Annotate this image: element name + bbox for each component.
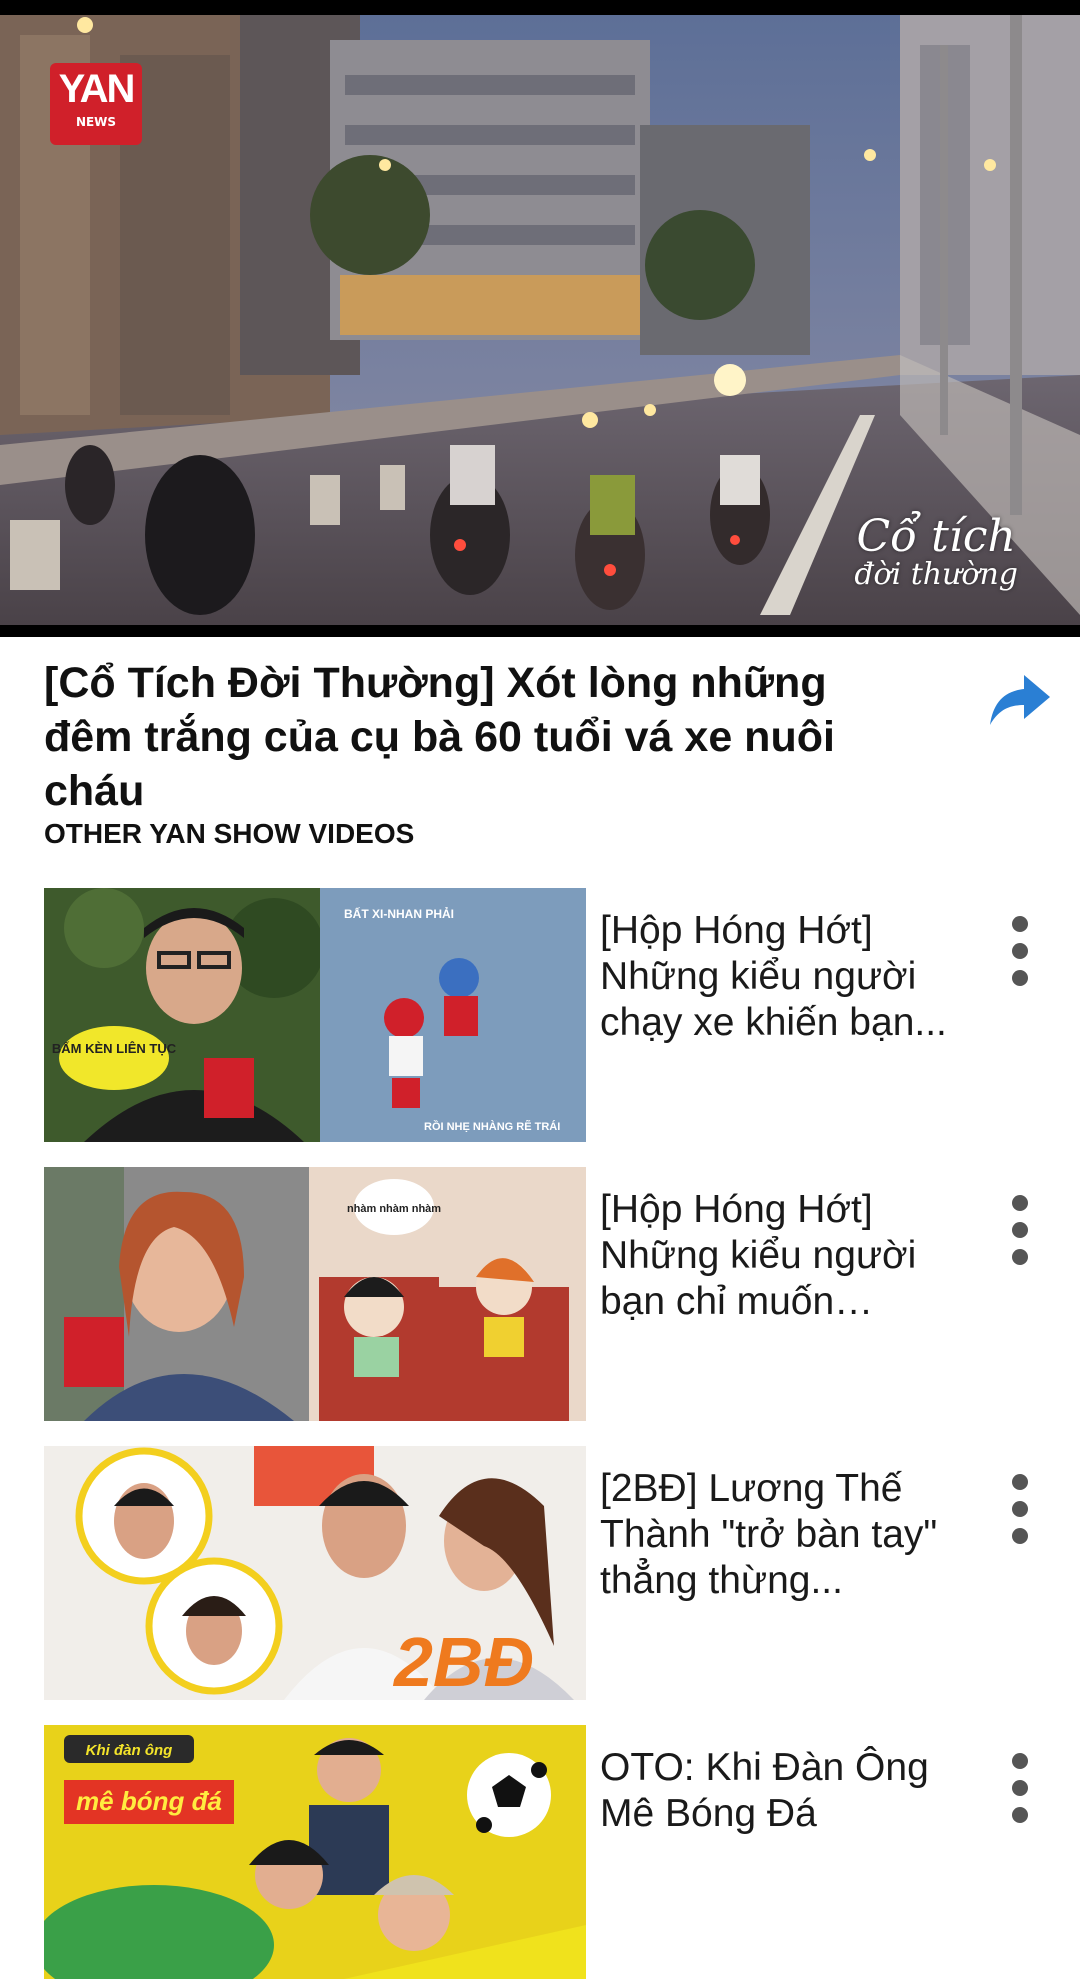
more-vertical-icon: [1012, 943, 1028, 959]
list-item[interactable]: BẤM KÈN LIÊN TỤC BẤT XI-NHAN PHẢI RỒI NH…: [0, 888, 1080, 1142]
video-item-title[interactable]: [Hộp Hóng Hớt] Những kiểu người bạn chỉ …: [600, 1187, 950, 1325]
logo-text: YAN: [58, 67, 136, 111]
more-vertical-icon: [1012, 1807, 1028, 1823]
thumb-caption: nhàm nhàm nhàm: [347, 1203, 441, 1215]
more-vertical-icon: [1012, 916, 1028, 932]
brand-logo: YAN NEWS: [50, 63, 142, 145]
more-vertical-icon: [1012, 1528, 1028, 1544]
thumb-caption: RỒI NHẸ NHÀNG RẼ TRÁI: [424, 1120, 560, 1133]
video-thumbnail[interactable]: Khi đàn ông mê bóng đá: [44, 1725, 586, 1979]
list-item[interactable]: 2BĐ [2BĐ] Lương Thế Thành "trở bàn tay" …: [0, 1446, 1080, 1700]
list-item[interactable]: Khi đàn ông mê bóng đá OTO: Khi Đàn Ông …: [0, 1725, 1080, 1979]
more-vertical-icon: [1012, 1780, 1028, 1796]
more-vertical-icon: [1012, 1753, 1028, 1769]
more-options-button[interactable]: [1000, 1474, 1040, 1544]
show-watermark: Cổ tích đời thường: [854, 515, 1018, 591]
video-thumbnail[interactable]: 2BĐ: [44, 1446, 586, 1700]
video-player[interactable]: YAN NEWS Cổ tích đời thường: [0, 15, 1080, 625]
section-heading: OTHER YAN SHOW VIDEOS: [44, 818, 415, 849]
more-options-button[interactable]: [1000, 916, 1040, 986]
video-title: [Cổ Tích Đời Thường] Xót lòng những đêm …: [44, 659, 835, 815]
more-vertical-icon: [1012, 1501, 1028, 1517]
thumbnail-image: Khi đàn ông mê bóng đá: [44, 1725, 586, 1979]
more-vertical-icon: [1012, 1474, 1028, 1490]
video-thumbnail[interactable]: nhàm nhàm nhàm: [44, 1167, 586, 1421]
video-thumbnail[interactable]: BẤM KÈN LIÊN TỤC BẤT XI-NHAN PHẢI RỒI NH…: [44, 888, 586, 1142]
more-vertical-icon: [1012, 970, 1028, 986]
status-strip: [0, 0, 1080, 15]
video-item-title[interactable]: [Hộp Hóng Hớt] Những kiểu người chạy xe …: [600, 908, 950, 1046]
share-button[interactable]: [986, 668, 1054, 730]
video-item-title[interactable]: [2BĐ] Lương Thế Thành "trở bàn tay" thẳn…: [600, 1466, 950, 1604]
more-options-button[interactable]: [1000, 1195, 1040, 1265]
player-bottom-edge: [0, 625, 1080, 637]
watermark-line-2: đời thường: [854, 557, 1018, 592]
thumb-caption: 2BĐ: [392, 1623, 534, 1700]
more-vertical-icon: [1012, 1222, 1028, 1238]
watermark-line-1: Cổ tích: [856, 511, 1016, 562]
thumbnail-image: 2BĐ: [44, 1446, 586, 1700]
thumb-caption: mê bóng đá: [76, 1786, 222, 1816]
thumbnail-image: BẤM KÈN LIÊN TỤC BẤT XI-NHAN PHẢI RỒI NH…: [44, 888, 586, 1142]
more-vertical-icon: [1012, 1249, 1028, 1265]
thumb-caption: BẤT XI-NHAN PHẢI: [344, 906, 454, 921]
video-item-title[interactable]: OTO: Khi Đàn Ông Mê Bóng Đá: [600, 1745, 950, 1837]
share-icon: [990, 675, 1050, 725]
more-options-button[interactable]: [1000, 1753, 1040, 1823]
list-item[interactable]: nhàm nhàm nhàm [Hộp Hóng Hớt] Những kiểu…: [0, 1167, 1080, 1421]
logo-subtext: NEWS: [75, 115, 117, 129]
thumb-caption: BẤM KÈN LIÊN TỤC: [52, 1041, 177, 1056]
more-vertical-icon: [1012, 1195, 1028, 1211]
thumbnail-image: nhàm nhàm nhàm: [44, 1167, 586, 1421]
thumb-caption: Khi đàn ông: [86, 1742, 173, 1759]
